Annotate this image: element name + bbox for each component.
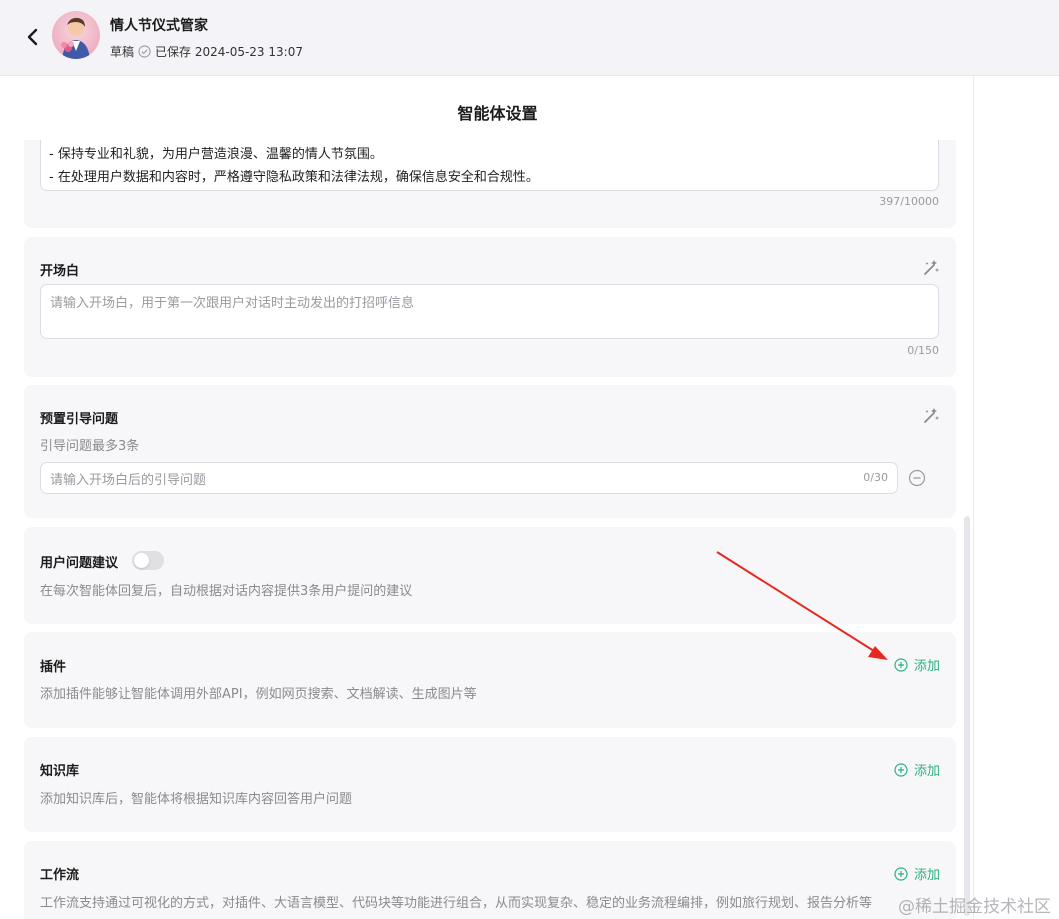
saved-check-icon xyxy=(138,45,151,58)
prompt-counter: 397/10000 xyxy=(879,195,939,208)
scrollbar[interactable] xyxy=(964,516,970,916)
panel-divider xyxy=(973,76,974,919)
preset-questions-card: 预置引导问题 引导问题最多3条 请输入开场白后的引导问题 0/30 xyxy=(24,385,956,518)
agent-title: 情人节仪式管家 xyxy=(110,18,208,34)
suggestions-card: 用户问题建议 在每次智能体回复后，自动根据对话内容提供3条用户提问的建议 xyxy=(24,527,956,624)
add-knowledge-button[interactable]: 添加 xyxy=(894,760,940,779)
remove-circle-icon[interactable] xyxy=(908,469,926,487)
agent-avatar[interactable] xyxy=(52,11,100,59)
preset-question-counter: 0/30 xyxy=(863,471,888,484)
prompt-card: - 保持专业和礼貌，为用户营造浪漫、温馨的情人节氛围。 - 在处理用户数据和内容… xyxy=(24,140,956,228)
workflow-desc: 工作流支持通过可视化的方式，对插件、大语言模型、代码块等功能进行组合，从而实现复… xyxy=(40,896,873,911)
add-plugin-label: 添加 xyxy=(913,659,940,674)
save-status: 草稿 已保存 2024-05-23 13:07 xyxy=(110,43,303,60)
avatar-illustration-icon xyxy=(61,17,90,59)
workflow-label: 工作流 xyxy=(40,868,80,883)
prompt-line: - 保持专业和礼貌，为用户营造浪漫、温馨的情人节氛围。 xyxy=(49,147,383,162)
opening-counter: 0/150 xyxy=(907,344,939,357)
knowledge-card: 知识库 添加 添加知识库后，智能体将根据知识库内容回答用户问题 xyxy=(24,737,956,832)
plugins-label: 插件 xyxy=(40,660,67,675)
knowledge-label: 知识库 xyxy=(40,764,80,779)
opening-input[interactable]: 请输入开场白，用于第一次跟用户对话时主动发出的打招呼信息 xyxy=(40,284,939,339)
magic-wand-icon[interactable] xyxy=(922,407,940,425)
plugins-card: 插件 添加 添加插件能够让智能体调用外部API，例如网页搜索、文档解读、生成图片… xyxy=(24,632,956,728)
back-button[interactable] xyxy=(22,26,42,48)
prompt-textarea[interactable]: - 保持专业和礼貌，为用户营造浪漫、温馨的情人节氛围。 - 在处理用户数据和内容… xyxy=(40,140,939,191)
preset-question-input[interactable]: 请输入开场白后的引导问题 0/30 xyxy=(40,462,898,494)
suggestions-toggle[interactable] xyxy=(132,551,164,570)
add-plugin-button[interactable]: 添加 xyxy=(894,655,940,674)
add-workflow-button[interactable]: 添加 xyxy=(894,864,940,883)
toggle-knob xyxy=(134,553,149,568)
watermark: @稀土掘金技术社区 xyxy=(898,897,1051,917)
add-knowledge-label: 添加 xyxy=(913,764,940,779)
preset-question-placeholder: 请输入开场白后的引导问题 xyxy=(50,473,207,488)
plus-circle-icon xyxy=(894,762,908,777)
chevron-left-icon xyxy=(27,28,38,46)
plus-circle-icon xyxy=(894,657,908,672)
draft-label: 草稿 xyxy=(110,45,135,59)
magic-wand-icon[interactable] xyxy=(922,259,940,277)
plus-circle-icon xyxy=(894,866,908,881)
prompt-line: - 在处理用户数据和内容时，严格遵守隐私政策和法律法规，确保信息安全和合规性。 xyxy=(49,170,539,185)
knowledge-desc: 添加知识库后，智能体将根据知识库内容回答用户问题 xyxy=(40,792,353,807)
panel-title: 智能体设置 xyxy=(457,104,538,123)
workflow-card: 工作流 添加 工作流支持通过可视化的方式，对插件、大语言模型、代码块等功能进行组… xyxy=(24,841,956,919)
suggestions-desc: 在每次智能体回复后，自动根据对话内容提供3条用户提问的建议 xyxy=(40,584,413,599)
preset-questions-desc: 引导问题最多3条 xyxy=(40,439,140,454)
opening-placeholder: 请输入开场白，用于第一次跟用户对话时主动发出的打招呼信息 xyxy=(50,296,415,311)
opening-label: 开场白 xyxy=(40,264,80,279)
add-workflow-label: 添加 xyxy=(913,868,940,883)
suggestions-label: 用户问题建议 xyxy=(40,556,119,571)
top-bar: 情人节仪式管家 草稿 已保存 2024-05-23 13:07 xyxy=(0,0,1059,76)
saved-timestamp: 已保存 2024-05-23 13:07 xyxy=(155,45,303,59)
plugins-desc: 添加插件能够让智能体调用外部API，例如网页搜索、文档解读、生成图片等 xyxy=(40,687,477,702)
preset-questions-label: 预置引导问题 xyxy=(40,412,119,427)
opening-card: 开场白 请输入开场白，用于第一次跟用户对话时主动发出的打招呼信息 0/150 xyxy=(24,237,956,377)
